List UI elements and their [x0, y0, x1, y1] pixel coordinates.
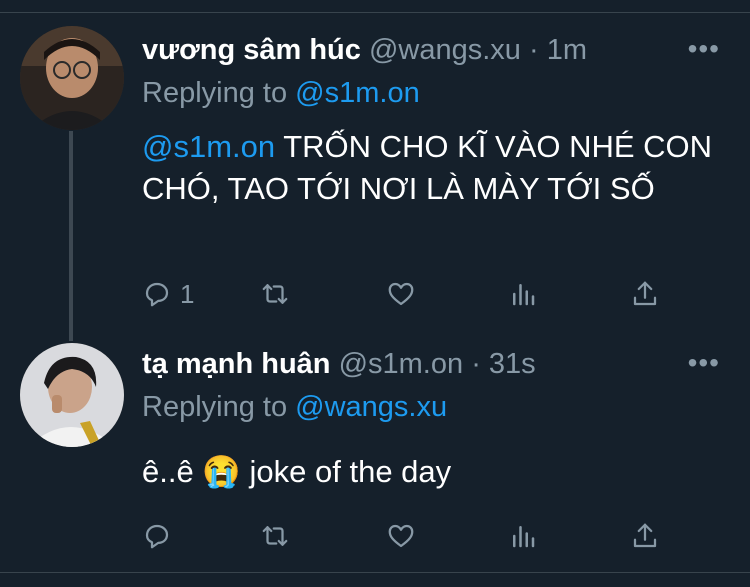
analytics-button[interactable]: [508, 276, 538, 312]
replying-to-mention[interactable]: @wangs.xu: [295, 391, 447, 423]
tweet[interactable]: vương sâm húc @wangs.xu · 1m ••• Replyin…: [0, 0, 750, 341]
share-button[interactable]: [630, 276, 660, 312]
reply-icon: [145, 282, 169, 307]
separator-dot: ·: [471, 348, 481, 380]
replying-to-mention[interactable]: @s1m.on: [295, 77, 420, 109]
like-icon: [388, 282, 414, 306]
replying-to: Replying to @s1m.on: [142, 76, 420, 110]
analytics-icon: [513, 284, 535, 306]
replying-to-label: Replying to: [142, 391, 288, 423]
reply-count: 1: [180, 278, 195, 309]
timestamp[interactable]: 1m: [547, 34, 587, 66]
tweet-actions: 1: [142, 276, 662, 312]
tweet-actions: [142, 518, 662, 554]
more-options-icon[interactable]: •••: [688, 347, 720, 379]
tweet-text: @s1m.on TRỐN CHO KĨ VÀO NHÉ CON CHÓ, TAO…: [142, 126, 722, 210]
display-name[interactable]: vương sâm húc: [142, 34, 361, 66]
retweet-button[interactable]: [260, 276, 290, 312]
tweet-text: ê..ê 😭 joke of the day: [142, 454, 452, 489]
tweet[interactable]: tạ mạnh huân @s1m.on · 31s ••• Replying …: [0, 340, 750, 572]
reply-icon: [145, 524, 169, 549]
share-icon: [633, 281, 657, 306]
replying-to-label: Replying to: [142, 77, 288, 109]
reply-button[interactable]: 1: [142, 276, 194, 312]
avatar[interactable]: [20, 26, 124, 130]
tweet-header: vương sâm húc @wangs.xu · 1m: [142, 33, 587, 67]
like-button[interactable]: [386, 518, 416, 554]
retweet-icon: [262, 284, 288, 304]
bottom-divider: [0, 572, 750, 573]
thread-line: [69, 131, 73, 341]
mention-link[interactable]: @s1m.on: [142, 129, 275, 164]
reply-button[interactable]: [142, 518, 172, 554]
user-handle[interactable]: @wangs.xu: [369, 34, 521, 66]
more-options-icon[interactable]: •••: [688, 33, 720, 65]
analytics-icon: [513, 526, 535, 548]
analytics-button[interactable]: [508, 518, 538, 554]
separator-dot: ·: [528, 34, 539, 66]
avatar[interactable]: [20, 343, 124, 447]
retweet-button[interactable]: [260, 518, 290, 554]
retweet-icon: [262, 526, 288, 546]
tweet-header: tạ mạnh huân @s1m.on · 31s: [142, 347, 536, 381]
share-button[interactable]: [630, 518, 660, 554]
like-button[interactable]: [386, 276, 416, 312]
timestamp[interactable]: 31s: [489, 348, 536, 380]
replying-to: Replying to @wangs.xu: [142, 390, 447, 424]
like-icon: [388, 524, 414, 548]
share-icon: [633, 523, 657, 548]
user-handle[interactable]: @s1m.on: [339, 348, 464, 380]
display-name[interactable]: tạ mạnh huân: [142, 348, 331, 380]
